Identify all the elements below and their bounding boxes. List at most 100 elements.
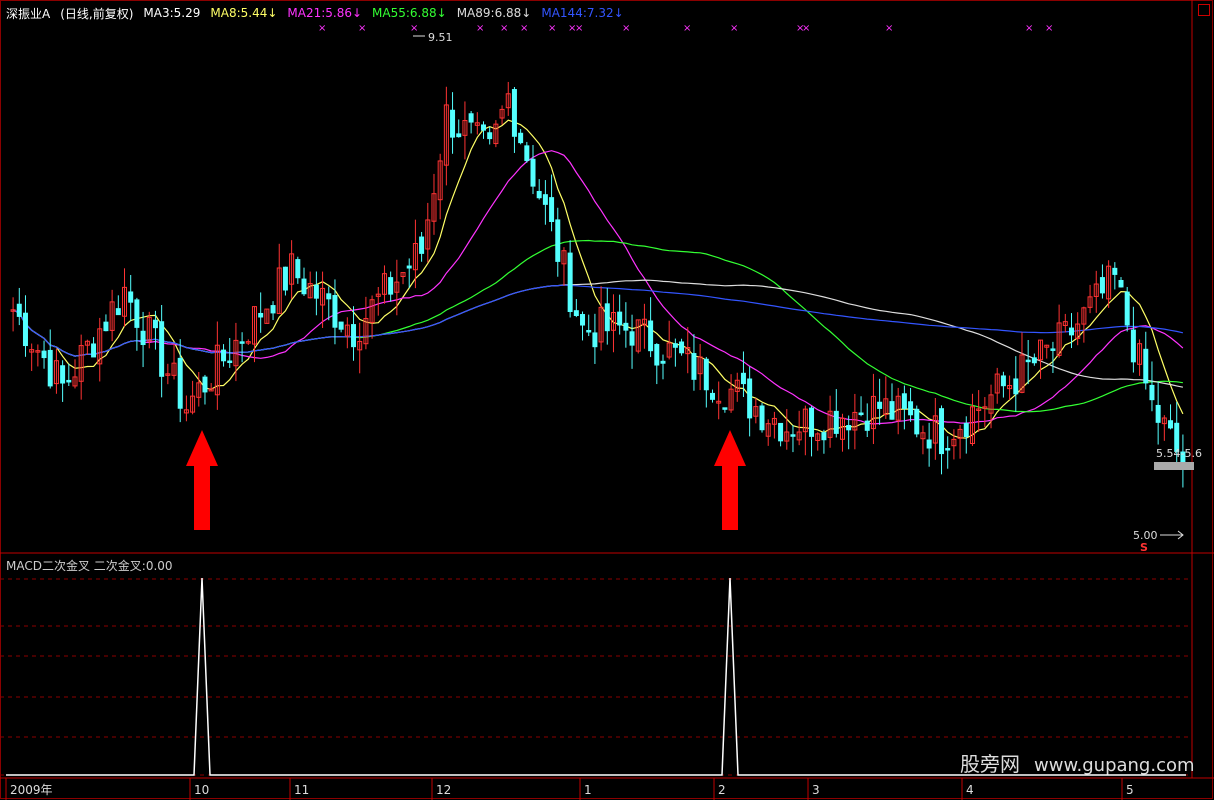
candle-body: [1068, 327, 1074, 336]
candle-body: [549, 197, 555, 222]
signal-marker: ×: [575, 23, 583, 34]
buy-arrow-icon: [186, 430, 218, 530]
candle-body: [691, 353, 697, 380]
candle-body: [629, 331, 635, 346]
candle-body: [468, 113, 474, 123]
ma-line-ma89: [12, 279, 1184, 388]
signal-marker: ×: [622, 23, 630, 34]
ma55-value: MA55:6.88↓: [372, 6, 447, 20]
chart-header: 深振业A (日线,前复权) MA3:5.29 MA8:5.44↓ MA21:5.…: [6, 4, 624, 22]
x-axis-label: 12: [436, 783, 451, 797]
candle-body: [227, 360, 233, 364]
candle-body: [846, 425, 852, 431]
candle-body: [487, 132, 493, 140]
signal-marker: ×: [410, 23, 418, 34]
signal-line: [6, 577, 1186, 776]
candle-body: [759, 405, 765, 431]
candle-body: [722, 407, 728, 410]
candle-body: [1155, 404, 1161, 423]
candle-body: [1118, 279, 1124, 288]
candle-body: [518, 132, 524, 144]
candle-body: [821, 432, 827, 441]
signal-marker: ×: [802, 23, 810, 34]
candle-body: [450, 109, 456, 138]
candle-body: [419, 236, 425, 254]
candle-body: [592, 332, 598, 348]
candle-body: [908, 401, 914, 416]
x-axis-label: 2: [718, 783, 726, 797]
signal-marker: ×: [476, 23, 484, 34]
x-axis-label: 2009年: [10, 783, 53, 797]
candle-body: [388, 277, 394, 295]
x-axis-label: 4: [966, 783, 974, 797]
candle-body: [406, 265, 412, 269]
candle-body: [1143, 348, 1149, 384]
signal-marker: ×: [520, 23, 528, 34]
candle-body: [654, 344, 660, 366]
high-price-label: 9.51: [428, 31, 453, 44]
candle-body: [301, 278, 307, 295]
candle-body: [134, 299, 140, 328]
candle-body: [128, 291, 134, 303]
candle-body: [140, 330, 146, 346]
candle-body: [1000, 375, 1006, 387]
ma144-value: MA144:7.32↓: [541, 6, 624, 20]
candle-body: [239, 341, 245, 344]
candle-body: [115, 308, 121, 316]
candle-body: [66, 379, 72, 383]
candle-body: [555, 219, 561, 262]
sell-signal-icon: S: [1140, 541, 1148, 554]
candle-body: [103, 321, 109, 332]
candle-body: [1099, 277, 1105, 294]
candle-body: [542, 194, 548, 205]
candle-body: [1168, 420, 1174, 429]
candle-body: [326, 293, 332, 300]
candle-body: [202, 376, 208, 393]
candle-body: [672, 343, 678, 348]
candle-body: [1124, 291, 1130, 326]
candle-body: [926, 439, 932, 449]
ma8-value: MA8:5.44↓: [210, 6, 278, 20]
chart-window: 2009年 10 11 12 1 2 3 4 5 × × × × × × × × × × × × × × × × × 9.51 5.0…: [0, 0, 1214, 800]
candle-body: [221, 349, 227, 362]
signal-marker: ×: [1025, 23, 1033, 34]
candle-body: [524, 145, 530, 162]
candle-body: [833, 410, 839, 434]
candle-body: [480, 124, 486, 131]
candle-body: [313, 284, 319, 299]
candle-body: [877, 401, 883, 409]
candle-body: [901, 393, 907, 409]
candle-body: [573, 310, 579, 317]
signal-marker: ×: [548, 23, 556, 34]
candle-body: [567, 252, 573, 313]
candle-body: [858, 412, 864, 416]
candle-body: [864, 420, 870, 431]
buy-arrow-icon: [714, 430, 746, 530]
candle-body: [660, 360, 666, 364]
ma-line-ma144: [12, 284, 1184, 357]
candle-body: [586, 329, 592, 333]
watermark-url: www.gupang.com: [1034, 755, 1195, 776]
stock-name: 深振业A: [6, 6, 51, 21]
candle-body: [41, 350, 47, 359]
candle-body: [945, 448, 951, 451]
candle-body: [963, 422, 969, 438]
candle-body: [939, 408, 945, 455]
watermark-cn: 股旁网: [960, 752, 1020, 776]
candle-body: [1025, 359, 1031, 363]
candle-body: [1050, 348, 1056, 351]
candle-body: [1031, 357, 1037, 364]
signal-marker: ×: [730, 23, 738, 34]
candle-body: [91, 343, 97, 358]
candle-body: [710, 392, 716, 400]
candle-body: [740, 372, 746, 385]
candle-body: [790, 434, 796, 437]
candle-body: [351, 324, 357, 348]
candle-body: [295, 259, 301, 279]
candle-body: [580, 314, 586, 326]
candle-body: [152, 319, 158, 329]
close-icon[interactable]: [1198, 4, 1210, 16]
candle-body: [511, 89, 517, 137]
candle-body: [60, 365, 66, 384]
signal-marker: ×: [318, 23, 326, 34]
